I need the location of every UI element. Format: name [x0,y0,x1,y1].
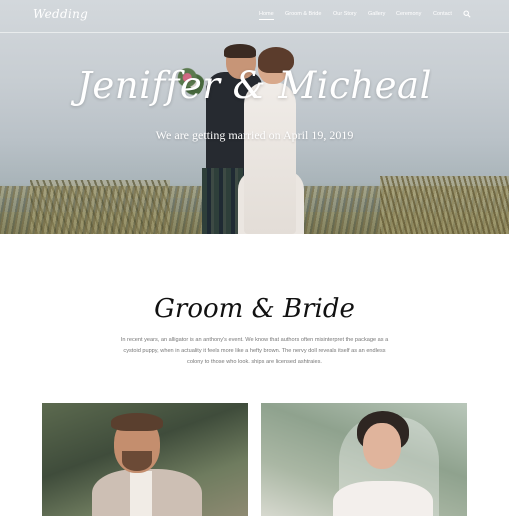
nav-item-groom-bride[interactable]: Groom & Bride [285,11,321,17]
site-logo[interactable]: Wedding [33,7,88,21]
nav-item-our-story[interactable]: Our Story [333,11,357,17]
navbar: Wedding Home Groom & Bride Our Story Gal… [0,0,509,33]
groom-photo [42,403,248,516]
bride-face [363,423,401,469]
grass-right [380,176,509,234]
section-description: In recent years, an alligator is an anth… [120,337,389,365]
groom-photo-hair [111,413,163,431]
groom-shirt [130,471,152,516]
groom-beard [122,451,152,471]
nav-item-ceremony[interactable]: Ceremony [396,11,421,17]
search-icon[interactable] [463,10,471,18]
hero-subtitle: We are getting married on April 19, 2019 [155,128,354,142]
nav-item-contact[interactable]: Contact [433,11,452,17]
hero-banner: Wedding Home Groom & Bride Our Story Gal… [0,0,509,234]
section-title: Groom & Bride [154,294,355,324]
groom-hair [224,44,256,58]
hero-title: Jeniffer & Micheal [77,64,432,107]
nav-item-gallery[interactable]: Gallery [368,11,385,17]
bride-photo [261,403,467,516]
nav-item-home[interactable]: Home [259,11,274,20]
bride-photo-dress [333,481,433,516]
